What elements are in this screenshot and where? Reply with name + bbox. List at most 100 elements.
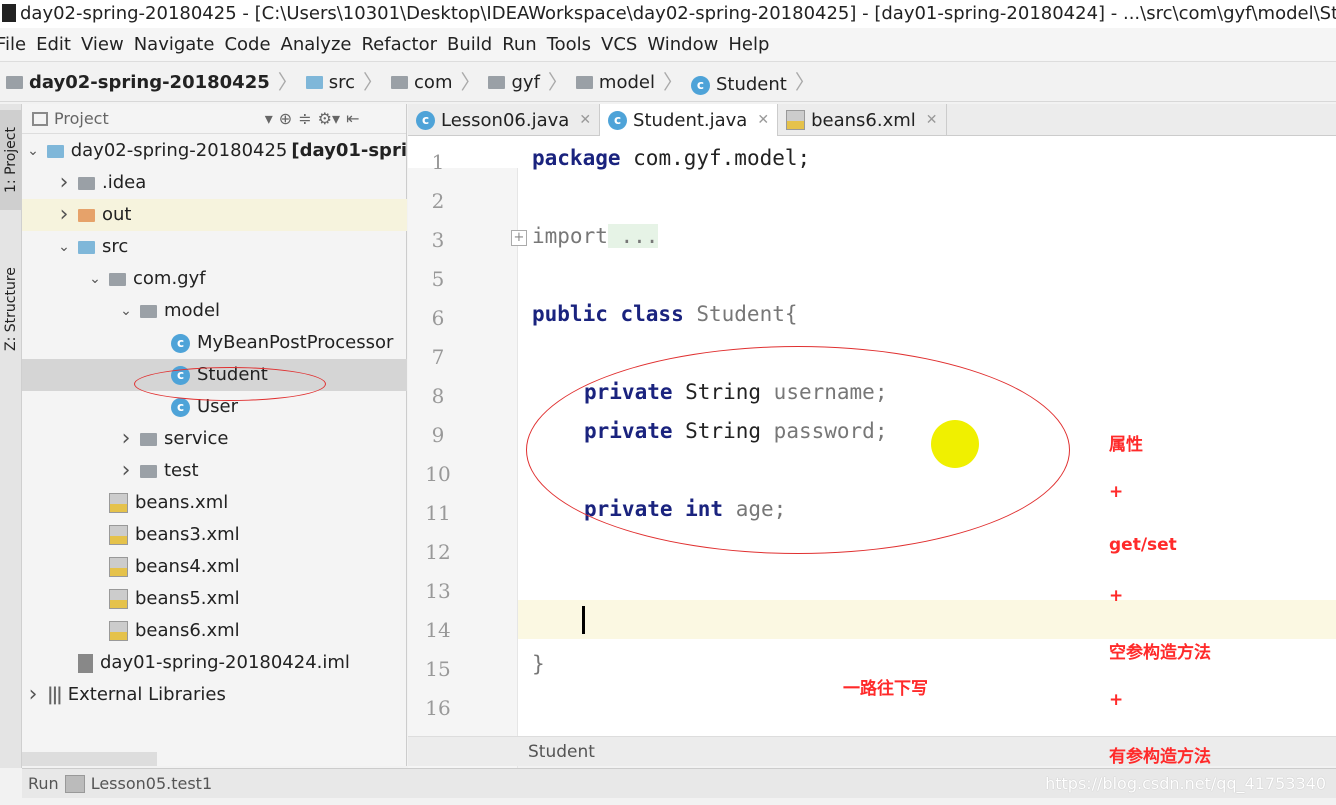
tree-item[interactable]: ⌄ day02-spring-20180425 [day01-spri — [22, 135, 407, 167]
breadcrumb-item[interactable]: model — [575, 63, 655, 103]
tree-item[interactable]: › out — [22, 199, 407, 231]
chevron-right-icon: 〉 — [662, 70, 683, 94]
folder-icon — [305, 76, 323, 89]
project-view-icon — [32, 111, 48, 126]
tree-item-label: beans3.xml — [135, 524, 240, 545]
chevron-down-icon[interactable]: ⌄ — [88, 263, 102, 295]
tree-item[interactable]: ⌄ model — [22, 295, 407, 327]
tree-item[interactable]: beans6.xml — [22, 615, 407, 647]
project-view-label[interactable]: Project — [54, 104, 109, 134]
highlight-ellipse — [526, 346, 1070, 554]
tree-item[interactable]: › test — [22, 455, 407, 487]
collapse-all-icon[interactable]: ≑ — [298, 104, 311, 134]
dropdown-icon[interactable]: ▾ — [265, 104, 273, 134]
breadcrumb-item[interactable]: src — [305, 63, 355, 103]
line-number: 6 — [431, 306, 445, 330]
tree-item[interactable]: ⌄ com.gyf — [22, 263, 407, 295]
current-line-highlight — [408, 600, 1336, 639]
watermark: https://blog.csdn.net/qq_41753340 — [1045, 773, 1326, 793]
tree-item-label: .idea — [102, 172, 147, 193]
menu-code[interactable]: Code — [224, 34, 270, 55]
intellij-logo-icon — [2, 4, 16, 22]
tree-item[interactable]: beans5.xml — [22, 583, 407, 615]
class-icon: c — [690, 75, 710, 95]
breadcrumb-label: model — [598, 71, 655, 93]
folder-icon — [78, 208, 95, 222]
tree-item-label: External Libraries — [67, 684, 226, 705]
tree-item[interactable]: › ||| External Libraries — [22, 679, 407, 711]
tree-item[interactable]: › .idea — [22, 167, 407, 199]
tree-item[interactable]: ⌄ src — [22, 231, 407, 263]
close-icon[interactable]: ✕ — [926, 112, 938, 128]
line-number: 16 — [425, 696, 451, 720]
xml-file-icon — [109, 557, 128, 577]
menu-navigate[interactable]: Navigate — [134, 34, 215, 55]
breadcrumb-item[interactable]: com — [391, 63, 452, 103]
editor-tabs: c Lesson06.java ✕ c Student.java ✕ beans6.xml ✕ — [408, 104, 1336, 136]
tree-item-label: MyBeanPostProcessor — [197, 332, 394, 353]
tab-project-tool[interactable]: 1: Project — [0, 110, 22, 210]
breadcrumb-item[interactable]: day02-spring-20180425 — [6, 63, 270, 103]
folded-imports[interactable]: ... — [607, 224, 659, 248]
menu-help[interactable]: Help — [728, 34, 769, 55]
tab-beans6-xml[interactable]: beans6.xml ✕ — [778, 104, 947, 136]
menu-run[interactable]: Run — [502, 34, 537, 55]
chevron-right-icon[interactable]: › — [57, 167, 71, 199]
xml-file-icon — [109, 589, 128, 609]
menu-refactor[interactable]: Refactor — [361, 34, 437, 55]
breadcrumb-item[interactable]: c Student — [690, 65, 787, 105]
close-icon[interactable]: ✕ — [757, 112, 769, 128]
line-number: 3 — [431, 228, 445, 252]
hide-panel-icon[interactable]: ⇤ — [346, 104, 359, 134]
run-config-tab[interactable]: Lesson05.test1 — [91, 769, 212, 799]
libraries-icon: ||| — [47, 684, 63, 705]
tree-item[interactable]: beans3.xml — [22, 519, 407, 551]
tree-item-label: beans5.xml — [135, 588, 240, 609]
chevron-down-icon[interactable]: ⌄ — [26, 135, 40, 167]
run-label[interactable]: Run — [28, 769, 59, 799]
tree-item-label: beans.xml — [135, 492, 229, 513]
expand-fold-icon[interactable]: + — [511, 230, 527, 246]
chevron-right-icon[interactable]: › — [119, 455, 133, 487]
tree-item-label: model — [164, 300, 221, 321]
tab-lesson06-java[interactable]: c Lesson06.java ✕ — [408, 104, 601, 136]
project-panel-header: Project ▾ ⊕ ≑ ⚙▾ ⇤ — [22, 104, 406, 134]
tree-item-label: beans4.xml — [135, 556, 240, 577]
package-icon — [140, 464, 157, 478]
chevron-right-icon: 〉 — [277, 70, 298, 94]
tree-item[interactable]: beans4.xml — [22, 551, 407, 583]
chevron-right-icon[interactable]: › — [57, 199, 71, 231]
breadcrumb-item[interactable]: gyf — [488, 63, 540, 103]
line-number: 9 — [431, 423, 445, 447]
menu-analyze[interactable]: Analyze — [281, 34, 352, 55]
chevron-right-icon[interactable]: › — [26, 679, 40, 711]
xml-file-icon — [109, 493, 128, 513]
settings-gear-icon[interactable]: ⚙▾ — [318, 104, 340, 134]
horizontal-scrollbar[interactable] — [22, 752, 157, 766]
tree-item[interactable]: › service — [22, 423, 407, 455]
breadcrumb-label: day02-spring-20180425 — [29, 71, 270, 93]
tab-structure-tool[interactable]: Z: Structure — [0, 254, 22, 364]
close-icon[interactable]: ✕ — [579, 112, 591, 128]
title-bar: day02-spring-20180425 - [C:\Users\10301\… — [0, 0, 1336, 28]
chevron-right-icon: 〉 — [547, 70, 568, 94]
menu-edit[interactable]: Edit — [36, 34, 71, 55]
menu-view[interactable]: View — [81, 34, 124, 55]
annotation-note: get/set — [1109, 535, 1177, 555]
menu-window[interactable]: Window — [647, 34, 718, 55]
chevron-down-icon[interactable]: ⌄ — [119, 295, 133, 327]
menu-vcs[interactable]: VCS — [601, 34, 637, 55]
chevron-down-icon[interactable]: ⌄ — [57, 231, 71, 263]
tab-student-java[interactable]: c Student.java ✕ — [600, 104, 779, 136]
editor-breadcrumb[interactable]: Student — [528, 742, 595, 762]
menu-build[interactable]: Build — [447, 34, 492, 55]
chevron-right-icon[interactable]: › — [119, 423, 133, 455]
menu-tools[interactable]: Tools — [547, 34, 591, 55]
tree-item[interactable]: day01-spring-20180424.iml — [22, 647, 407, 679]
tree-item[interactable]: c MyBeanPostProcessor — [22, 327, 407, 359]
menu-file[interactable]: File — [0, 34, 26, 55]
chevron-right-icon: 〉 — [794, 70, 815, 94]
locate-icon[interactable]: ⊕ — [279, 104, 292, 134]
tree-item[interactable]: beans.xml — [22, 487, 407, 519]
line-number: 13 — [425, 579, 451, 603]
